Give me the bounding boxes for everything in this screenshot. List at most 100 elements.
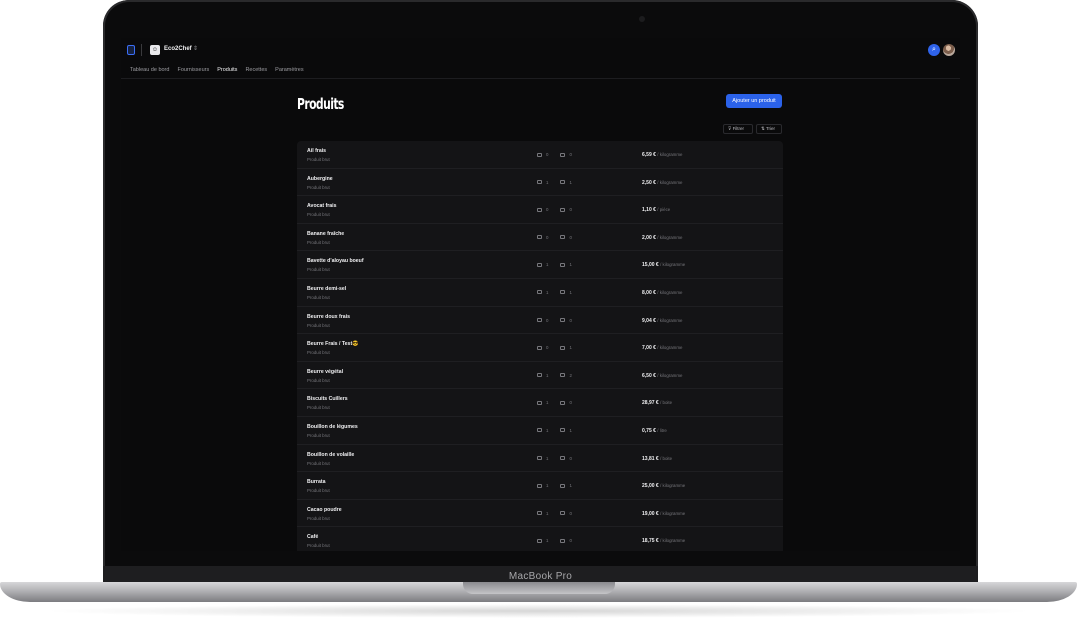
recipe-count: 1 — [546, 538, 549, 544]
product-price: 2,00 € / kilogramme — [642, 235, 682, 241]
price-value: 25,00 € — [642, 483, 659, 490]
product-list: Ail frais Produit brut 0 0 6,59 € / kilogram… — [297, 141, 783, 551]
chef-hat-icon: ☺ — [150, 45, 160, 55]
recipe-count: 0 — [546, 234, 549, 240]
price-value: 19,00 € — [642, 510, 659, 517]
supplier-count: 0 — [569, 538, 572, 544]
list-item[interactable]: Ail frais Produit brut 0 0 6,59 € / kilogram… — [297, 141, 783, 169]
supplier-count: 1 — [569, 262, 572, 268]
list-item[interactable]: Café Produit brut 1 0 18,75 € / kilogramme — [297, 527, 783, 551]
price-value: 15,00 € — [642, 262, 659, 269]
product-meta: 10 — [537, 456, 572, 461]
list-item[interactable]: Bouillon de légumes Produit brut 1 1 0,75 € … — [297, 417, 783, 445]
recipe-icon — [537, 318, 542, 323]
sort-button[interactable]: ⇅ Trier — [756, 124, 782, 134]
product-price: 25,00 € / kilogramme — [642, 483, 685, 489]
recipe-icon — [537, 235, 542, 240]
product-price: 28,97 € / boite — [642, 400, 672, 406]
laptop-shadow — [40, 604, 1037, 618]
price-unit: / kilogramme — [657, 345, 683, 351]
chevron-updown-icon[interactable]: ⇕ — [193, 45, 198, 52]
supplier-count: 0 — [569, 400, 572, 406]
product-meta: 11 — [537, 262, 572, 267]
page-title: Produits — [297, 95, 344, 113]
product-type: Produit brut — [307, 543, 330, 549]
list-item[interactable]: Avocat frais Produit brut 0 0 1,10 € / pièce — [297, 196, 783, 224]
price-unit: / kilogramme — [657, 234, 683, 240]
supplier-icon — [560, 373, 566, 378]
supplier-count: 0 — [569, 455, 572, 461]
product-price: 1,10 € / pièce — [642, 207, 670, 213]
filter-button[interactable]: ⊽ Filtrer — [723, 124, 753, 134]
sort-icon: ⇅ — [761, 126, 765, 131]
product-type: Produit brut — [307, 350, 330, 356]
product-name: Avocat frais — [307, 203, 337, 210]
filter-label: Filtrer — [732, 126, 745, 131]
price-value: 9,04 € — [642, 317, 656, 324]
supplier-count: 1 — [569, 345, 572, 351]
recipe-count: 1 — [546, 179, 549, 185]
supplier-icon — [560, 538, 566, 543]
supplier-count: 1 — [569, 427, 572, 433]
list-item[interactable]: Beurre végétal Produit brut 1 2 6,50 € / kil… — [297, 362, 783, 390]
list-item[interactable]: Banane fraîche Produit brut 0 0 2,00 € / kil… — [297, 224, 783, 252]
recipe-icon — [537, 456, 542, 461]
list-item[interactable]: Bouillon de volaille Produit brut 1 0 13,81 … — [297, 445, 783, 473]
product-meta: 00 — [537, 318, 572, 323]
supplier-icon — [560, 345, 566, 350]
price-value: 0,75 € — [642, 427, 656, 434]
list-item[interactable]: Aubergine Produit brut 1 1 2,50 € / kilogram… — [297, 169, 783, 197]
product-price: 7,00 € / kilogramme — [642, 345, 682, 351]
product-meta: 11 — [537, 483, 572, 488]
list-item[interactable]: Cacao poudre Produit brut 1 0 19,00 € / kilo… — [297, 500, 783, 528]
price-value: 7,00 € — [642, 345, 656, 352]
product-name: Ail frais — [307, 148, 327, 154]
product-price: 13,81 € / boite — [642, 456, 672, 462]
camera-dot — [639, 16, 645, 22]
product-meta: 10 — [537, 400, 572, 405]
supplier-icon — [560, 428, 566, 433]
supplier-count: 0 — [569, 152, 572, 157]
avatar[interactable] — [943, 44, 955, 56]
product-price: 19,00 € / kilogramme — [642, 511, 685, 517]
price-unit: / kilogramme — [660, 262, 686, 268]
product-price: 9,04 € / kilogramme — [642, 318, 682, 324]
price-unit: / boite — [660, 400, 673, 406]
recipe-icon — [537, 290, 542, 295]
workspace-name[interactable]: Eco2Chef — [164, 46, 192, 52]
recipe-count: 0 — [546, 345, 549, 351]
product-name: Beurre Frais / Test😎 — [307, 341, 359, 348]
search-icon[interactable]: ⌕ — [928, 44, 940, 56]
price-unit: / kilogramme — [657, 179, 683, 185]
price-value: 2,00 € — [642, 234, 656, 241]
supplier-count: 0 — [569, 207, 572, 213]
product-name: Beurre doux frais — [307, 313, 350, 320]
price-unit: / litre — [657, 427, 667, 433]
product-name: Beurre végétal — [307, 368, 344, 375]
list-item[interactable]: Biscuits Cuillers Produit brut 1 0 28,97 € /… — [297, 389, 783, 417]
recipe-count: 1 — [546, 372, 549, 378]
product-price: 15,00 € / kilogramme — [642, 262, 685, 268]
supplier-count: 1 — [569, 179, 572, 185]
supplier-icon — [560, 180, 566, 185]
list-item[interactable]: Bavette d'aloyau boeuf Produit brut 1 1 15,0… — [297, 251, 783, 279]
list-item[interactable]: Beurre doux frais Produit brut 0 0 9,04 € / … — [297, 307, 783, 335]
product-meta: 00 — [537, 207, 572, 212]
laptop-mockup: ☺ Eco2Chef ⇕ ⌕ Tableau de bord Fournisseu… — [0, 0, 1077, 624]
supplier-count: 0 — [569, 234, 572, 240]
list-item[interactable]: Beurre demi-sel Produit brut 1 1 8,00 € / ki… — [297, 279, 783, 307]
recipe-icon — [537, 345, 542, 350]
product-price: 18,75 € / kilogramme — [642, 538, 685, 544]
add-product-button[interactable]: Ajouter un produit — [726, 94, 782, 108]
price-value: 28,97 € — [642, 400, 659, 407]
product-type: Produit brut — [307, 157, 330, 162]
product-type: Produit brut — [307, 212, 330, 218]
price-unit: / kilogramme — [660, 538, 686, 544]
product-meta: 00 — [537, 235, 572, 240]
product-price: 8,00 € / kilogramme — [642, 290, 682, 296]
sidebar-toggle-icon[interactable] — [127, 45, 135, 55]
product-name: Burrata — [307, 479, 326, 486]
price-unit: / kilogramme — [657, 152, 683, 157]
list-item[interactable]: Burrata Produit brut 1 1 25,00 € / kilogramm… — [297, 472, 783, 500]
list-item[interactable]: Beurre Frais / Test😎 Produit brut 0 1 7,00 €… — [297, 334, 783, 362]
